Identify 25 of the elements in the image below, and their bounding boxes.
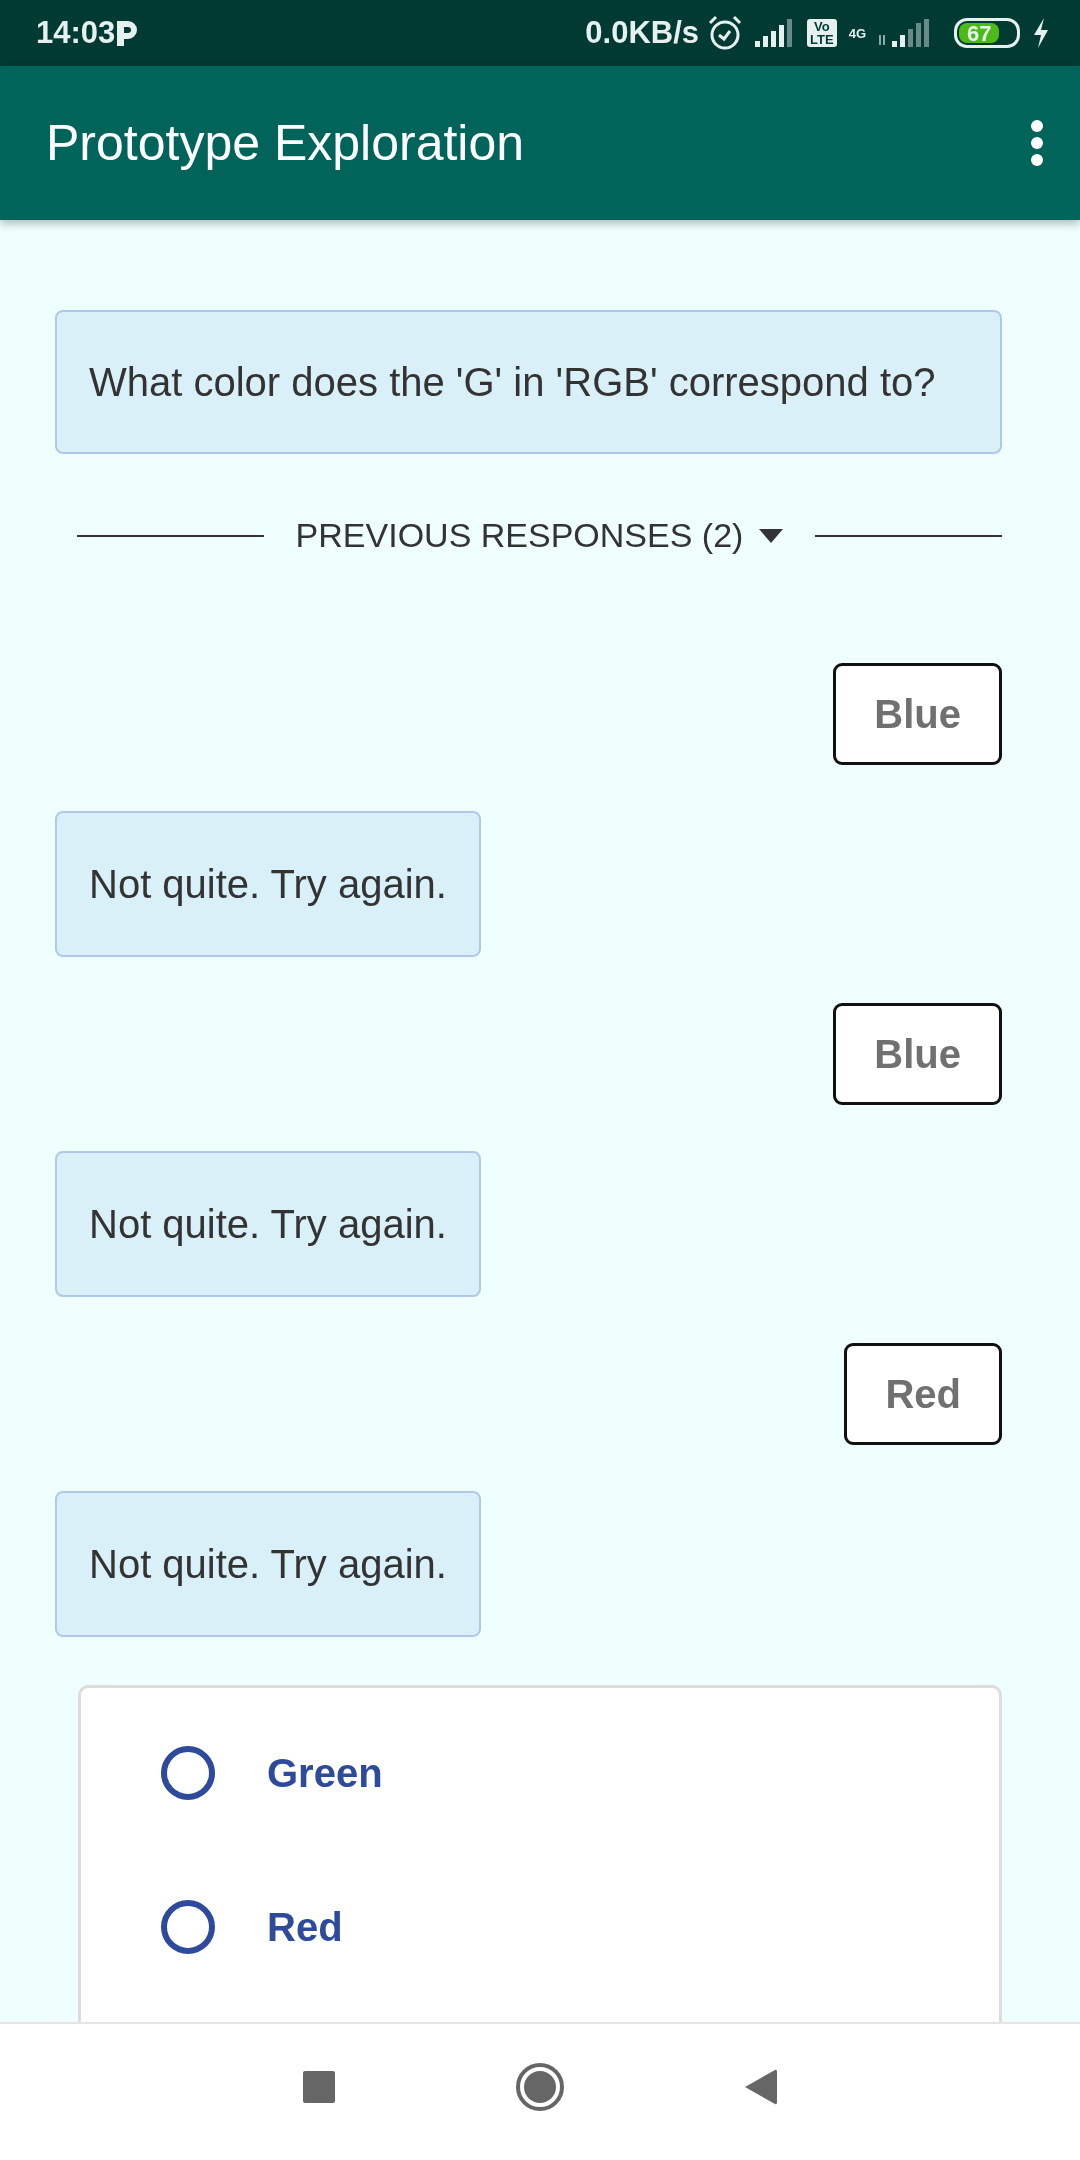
answer-button[interactable]: Blue [833, 663, 1002, 765]
answer-button[interactable]: Blue [833, 1003, 1002, 1105]
notification-icon [115, 19, 140, 47]
back-icon[interactable] [745, 2069, 777, 2105]
alarm-icon [707, 15, 744, 51]
previous-responses-toggle[interactable]: PREVIOUS RESPONSES (2) [295, 510, 784, 561]
radio-button[interactable] [161, 1900, 215, 1954]
feedback-card: Not quite. Try again. [55, 1151, 481, 1297]
feedback-card: Not quite. Try again. [55, 1491, 481, 1637]
answer-button[interactable]: Red [844, 1343, 1002, 1445]
question-card: What color does the 'G' in 'RGB' correspond to? [55, 310, 1002, 454]
status-time: 14:03 [36, 13, 116, 52]
feedback-card: Not quite. Try again. [55, 811, 481, 957]
charging-icon [1032, 18, 1050, 48]
battery-level: 67 [966, 19, 992, 48]
volte-badge: Vo LTE [807, 19, 837, 47]
choice-label[interactable]: Green [267, 1743, 383, 1803]
radio-button[interactable] [161, 1746, 215, 1800]
choice-label[interactable]: Red [267, 1897, 343, 1957]
more-options-icon[interactable] [1030, 119, 1044, 167]
network-speed: 0.0KB/s [585, 13, 700, 52]
home-icon[interactable] [515, 2062, 565, 2112]
caret-icon [759, 528, 784, 543]
network-type: 4G [848, 26, 866, 40]
app-title: Prototype Exploration [46, 113, 525, 173]
